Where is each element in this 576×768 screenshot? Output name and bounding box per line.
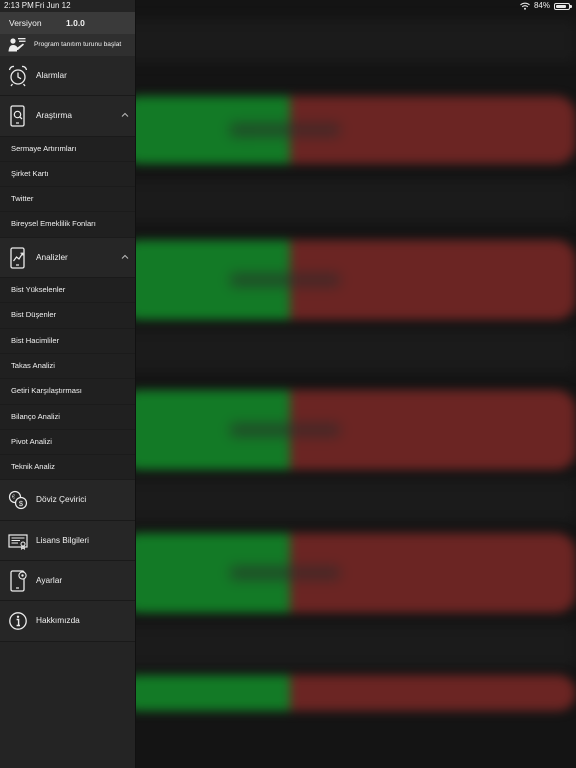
info-icon xyxy=(9,612,27,631)
submenu-item-label: Bist Hacimliler xyxy=(11,335,60,345)
background-bar xyxy=(120,533,576,613)
submenu-item-twitter[interactable]: Twitter xyxy=(0,187,135,213)
submenu-item-label: Şirket Kartı xyxy=(11,168,49,178)
presenter-icon xyxy=(8,38,26,52)
battery-percent: 84% xyxy=(533,1,550,10)
phone-chart-icon xyxy=(10,247,25,269)
submenu-item-label: Takas Analizi xyxy=(11,360,55,370)
submenu-item-bist-dusenler[interactable]: Bist Düşenler xyxy=(0,303,135,329)
version-value: 1.0.0 xyxy=(66,18,85,28)
version-label: Versiyon xyxy=(9,18,42,28)
submenu-item-sirket-karti[interactable]: Şirket Kartı xyxy=(0,161,135,188)
background-bar xyxy=(120,240,576,320)
submenu-item-label: Bireysel Emeklilik Fonları xyxy=(11,219,96,229)
submenu-item-label: Sermaye Artırımları xyxy=(11,143,77,153)
submenu-item-label: Bist Yükselenler xyxy=(11,285,66,295)
svg-text:€: € xyxy=(12,495,15,501)
status-date: Fri Jun 12 xyxy=(35,1,71,10)
menu-item-label: Lisans Bilgileri xyxy=(36,534,90,545)
background-bar xyxy=(120,390,576,470)
phone-search-icon xyxy=(10,105,25,127)
status-time: 2:13 PM xyxy=(4,1,34,10)
submenu-item-label: Teknik Analiz xyxy=(11,462,55,472)
phone-settings-icon xyxy=(10,570,27,592)
version-row: Versiyon 1.0.0 xyxy=(0,12,135,34)
currency-exchange-icon: $ € xyxy=(8,491,28,510)
submenu-item-bist-hacimliler[interactable]: Bist Hacimliler xyxy=(0,328,135,354)
menu-item-label: Analizler xyxy=(36,251,68,262)
menu-item-label: Alarmlar xyxy=(36,70,67,80)
menu-item-arastirma[interactable]: Araştırma xyxy=(0,96,135,137)
menu-item-label: Ayarlar xyxy=(36,575,63,586)
menu-item-lisans-bilgileri[interactable]: Lisans Bilgileri xyxy=(0,520,135,562)
menu-item-label: Araştırma xyxy=(36,110,72,121)
background-bar xyxy=(120,675,576,711)
chevron-up-icon xyxy=(121,254,129,259)
submenu-item-label: Pivot Analizi xyxy=(11,436,52,446)
submenu-item-getiri-karsilastirmasi[interactable]: Getiri Karşılaştırması xyxy=(0,379,135,405)
submenu-item-takas-analizi[interactable]: Takas Analizi xyxy=(0,353,135,380)
menu-item-label: Döviz Çevirici xyxy=(36,494,87,505)
submenu-item-bireysel-emeklilik-fonlari[interactable]: Bireysel Emeklilik Fonları xyxy=(0,212,135,238)
submenu-item-pivot-analizi[interactable]: Pivot Analizi xyxy=(0,429,135,456)
start-tour-label: Program tanıtım turunu başlat xyxy=(34,41,122,48)
submenu-item-bilanco-analizi[interactable]: Bilanço Analizi xyxy=(0,404,135,430)
menu-item-label: Hakkımızda xyxy=(36,615,80,626)
wifi-icon xyxy=(520,2,530,10)
battery-icon xyxy=(554,2,572,10)
drawer-menu: Alarmlar Araştırma Sermaye Artırımları Ş… xyxy=(0,56,135,642)
side-drawer: Versiyon 1.0.0 Program tanıtım turunu ba… xyxy=(0,0,136,768)
chevron-up-icon xyxy=(121,113,129,118)
submenu-item-label: Twitter xyxy=(11,194,34,204)
menu-item-ayarlar[interactable]: Ayarlar xyxy=(0,561,135,602)
menu-item-doviz-cevirici[interactable]: $ € Döviz Çevirici xyxy=(0,480,135,521)
submenu-item-label: Bilanço Analizi xyxy=(11,411,60,421)
start-tour-button[interactable]: Program tanıtım turunu başlat xyxy=(0,34,135,56)
certificate-icon xyxy=(8,534,28,550)
menu-item-analizler[interactable]: Analizler xyxy=(0,237,135,279)
background-bar xyxy=(120,96,576,164)
submenu-item-teknik-analiz[interactable]: Teknik Analiz xyxy=(0,455,135,481)
alarm-clock-icon xyxy=(8,65,28,87)
submenu-item-sermaye-artirimlari[interactable]: Sermaye Artırımları xyxy=(0,136,135,162)
menu-item-hakkimizda[interactable]: Hakkımızda xyxy=(0,601,135,642)
submenu-item-bist-yukselenler[interactable]: Bist Yükselenler xyxy=(0,278,135,304)
menu-item-alarmlar[interactable]: Alarmlar xyxy=(0,56,135,97)
submenu-item-label: Getiri Karşılaştırması xyxy=(11,386,82,396)
submenu-item-label: Bist Düşenler xyxy=(11,310,57,320)
status-bar: 2:13 PM Fri Jun 12 84% xyxy=(0,0,576,12)
